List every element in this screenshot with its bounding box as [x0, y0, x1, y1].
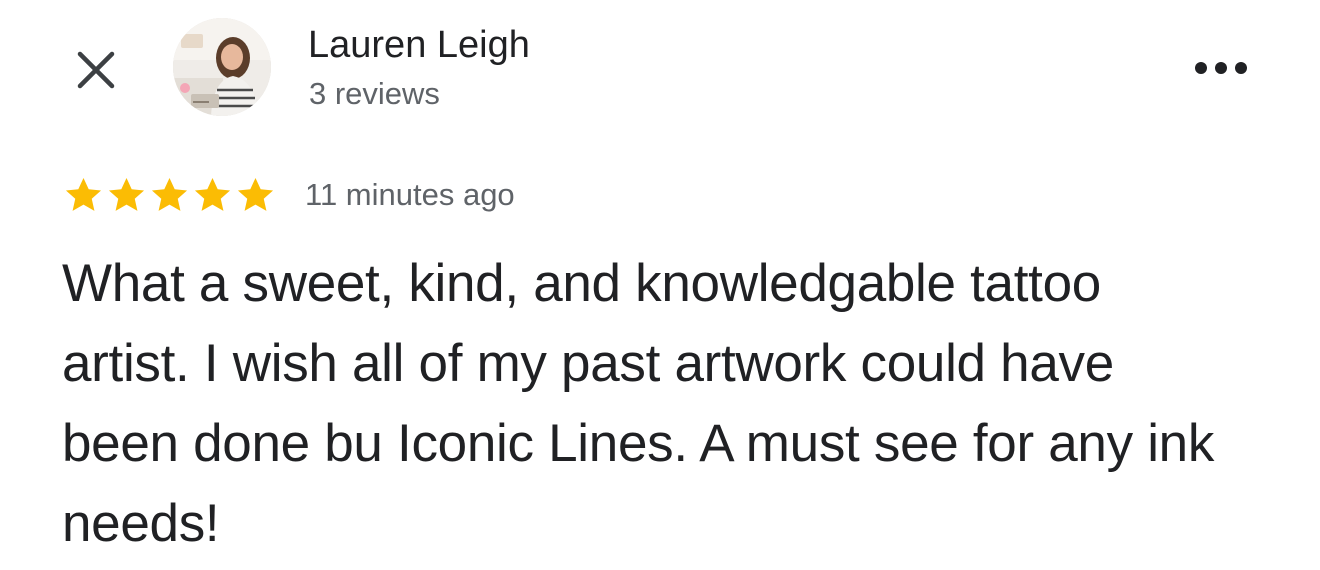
close-button[interactable]: [68, 42, 124, 98]
review-body: What a sweet, kind, and knowledgable tat…: [62, 254, 1215, 553]
star-icon: [194, 177, 231, 211]
more-horizontal-icon: [1195, 62, 1247, 74]
review-header: Lauren Leigh 3 reviews: [0, 0, 1320, 130]
avatar[interactable]: [173, 18, 271, 116]
user-name[interactable]: Lauren Leigh: [308, 22, 530, 68]
user-photo: [173, 18, 271, 116]
close-icon: [77, 51, 115, 89]
star-icon: [108, 177, 145, 211]
star-rating: [62, 174, 277, 217]
review-timestamp: 11 minutes ago: [305, 177, 515, 212]
rating-row: 11 minutes ago: [62, 170, 515, 220]
more-options-button[interactable]: [1186, 50, 1256, 86]
star-icon: [151, 177, 188, 211]
user-review-count: 3 reviews: [309, 76, 440, 111]
star-icon: [237, 177, 274, 211]
star-icon: [65, 177, 102, 211]
